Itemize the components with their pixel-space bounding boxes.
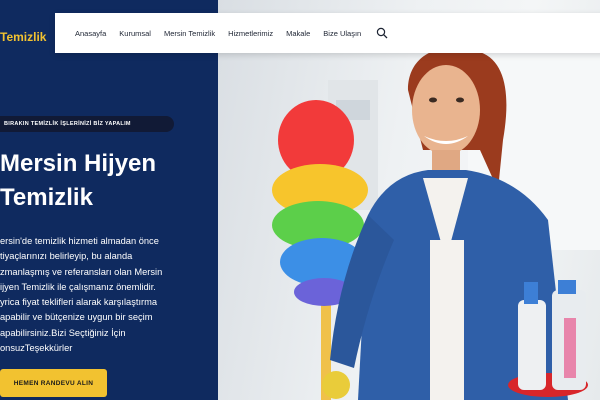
search-icon[interactable] [376,27,388,39]
nav-mersin-cleaning[interactable]: Mersin Temizlik [164,29,215,38]
hero-photo [218,0,600,400]
white-top [430,240,464,400]
brand-logo[interactable]: Temizlik [0,30,46,44]
nav-corporate[interactable]: Kurumsal [119,29,151,38]
glove [322,371,350,399]
nav-home[interactable]: Anasayfa [75,29,106,38]
hero-headline: Mersin Hijyen Temizlik [0,150,157,211]
bottle-white [518,300,546,390]
nav-articles[interactable]: Makale [286,29,310,38]
hero-description: ersin'de temizlik hizmeti almadan önce t… [0,236,163,354]
main-nav: Anasayfa Kurumsal Mersin Temizlik Hizmet… [55,13,600,53]
cleaner-illustration [272,40,600,400]
book-appointment-button[interactable]: HEMEN RANDEVU ALIN [0,369,107,397]
nav-services[interactable]: Hizmetlerimiz [228,29,273,38]
nav-contact[interactable]: Bize Ulaşın [323,29,361,38]
tagline-badge: BIRAKIN TEMİZLİK İŞLERİNİZİ BİZ YAPALIM [0,116,174,132]
